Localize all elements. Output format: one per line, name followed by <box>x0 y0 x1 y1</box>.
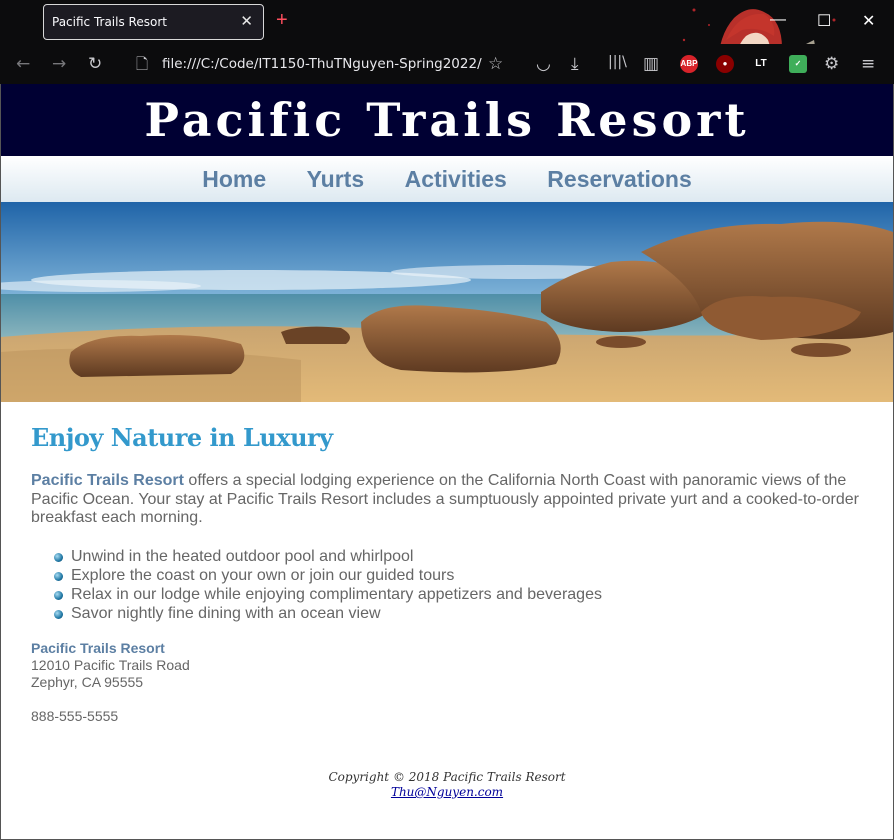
close-window-icon[interactable]: ✕ <box>862 11 875 31</box>
languagetool-icon[interactable]: LT <box>752 55 770 73</box>
contact-address: Pacific Trails Resort 12010 Pacific Trai… <box>31 640 871 691</box>
site-footer: Copyright © 2018 Pacific Trails Resort T… <box>1 770 893 800</box>
feature-text: Unwind in the heated outdoor pool and wh… <box>71 547 414 565</box>
hero-image <box>1 202 893 402</box>
page-heading: Enjoy Nature in Luxury <box>31 423 333 452</box>
reload-icon[interactable]: ↻ <box>88 54 102 74</box>
adblock-icon[interactable]: ABP <box>680 55 698 73</box>
bullet-icon <box>54 571 63 581</box>
browser-toolbar: ← → ↻ 🗋 file:///C:/Code/IT1150-ThuTNguye… <box>0 44 894 84</box>
nav-link-yurts[interactable]: Yurts <box>307 156 365 202</box>
email-link[interactable]: Thu@Nguyen.com <box>391 785 503 799</box>
star-icon[interactable]: ☆ <box>488 54 503 74</box>
contact-name: Pacific Trails Resort <box>31 639 165 656</box>
feature-text: Relax in our lodge while enjoying compli… <box>71 585 602 603</box>
site-header: Pacific Trails Resort <box>1 84 893 156</box>
close-tab-icon[interactable]: ✕ <box>240 12 253 30</box>
nav-link-activities[interactable]: Activities <box>405 156 507 202</box>
url-bar[interactable]: file:///C:/Code/IT1150-ThuTNguyen-Spring… <box>162 56 482 72</box>
maximize-icon[interactable]: ☐ <box>817 11 831 31</box>
site-nav: Home Yurts Activities Reservations <box>1 156 893 202</box>
pocket-icon[interactable]: ◡ <box>536 54 551 74</box>
gear-icon[interactable]: ⚙ <box>824 54 839 74</box>
shield-icon[interactable]: ✓ <box>789 55 807 73</box>
list-item: Unwind in the heated outdoor pool and wh… <box>54 547 871 566</box>
browser-tab-bar: Pacific Trails Resort ✕ + — ☐ ✕ <box>0 0 894 84</box>
intro-brand: Pacific Trails Resort <box>31 472 184 489</box>
page-icon: 🗋 <box>136 55 149 73</box>
contact-street: 12010 Pacific Trails Road <box>31 656 190 673</box>
browser-tab[interactable]: Pacific Trails Resort ✕ <box>43 4 264 40</box>
main-content: Enjoy Nature in Luxury Pacific Trails Re… <box>31 420 871 724</box>
nav-link-home[interactable]: Home <box>202 156 266 202</box>
list-item: Explore the coast on your own or join ou… <box>54 566 871 585</box>
contact-phone: 888-555-5555 <box>31 707 119 724</box>
bullet-icon <box>54 590 63 600</box>
site-title: Pacific Trails Resort <box>144 93 750 147</box>
new-tab-icon[interactable]: + <box>276 9 288 32</box>
minimize-icon[interactable]: — <box>770 11 786 29</box>
features-list: Unwind in the heated outdoor pool and wh… <box>54 547 871 623</box>
feature-text: Explore the coast on your own or join ou… <box>71 566 455 584</box>
library-icon[interactable]: |||\ <box>608 54 627 70</box>
bullet-icon <box>54 552 63 562</box>
forward-icon[interactable]: → <box>52 54 66 74</box>
ublock-icon[interactable]: ● <box>716 55 734 73</box>
reader-icon[interactable]: ▥ <box>643 54 659 74</box>
download-icon[interactable]: ⤓ <box>571 54 579 74</box>
contact-city: Zephyr, CA 95555 <box>31 673 144 690</box>
tab-title: Pacific Trails Resort <box>52 15 167 29</box>
list-item: Relax in our lodge while enjoying compli… <box>54 585 871 604</box>
back-icon[interactable]: ← <box>16 54 30 74</box>
bullet-icon <box>54 609 63 619</box>
nav-link-reservations[interactable]: Reservations <box>547 156 691 202</box>
feature-text: Savor nightly fine dining with an ocean … <box>71 604 381 622</box>
menu-icon[interactable]: ≡ <box>861 54 875 74</box>
copyright-text: Copyright © 2018 Pacific Trails Resort <box>328 770 566 784</box>
intro-paragraph: Pacific Trails Resort offers a special l… <box>31 472 871 528</box>
list-item: Savor nightly fine dining with an ocean … <box>54 604 871 623</box>
